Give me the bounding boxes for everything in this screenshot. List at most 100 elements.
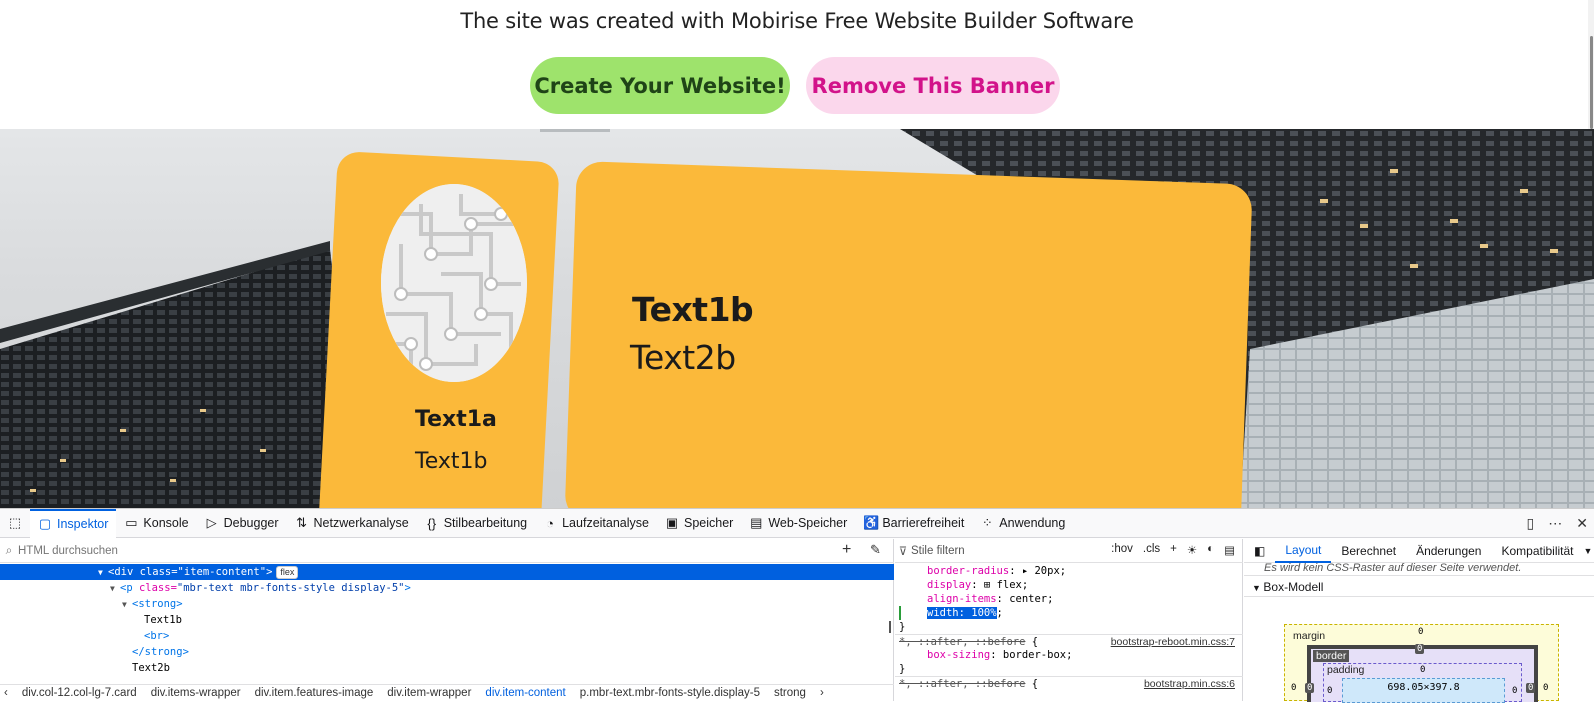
- css-declaration[interactable]: align-items: center;: [895, 592, 1243, 606]
- tab-computed[interactable]: Berechnet: [1331, 539, 1406, 563]
- tree-node-strong-close[interactable]: </strong>: [0, 644, 894, 660]
- tab-console[interactable]: ▭ Konsole: [116, 509, 196, 538]
- css-property[interactable]: align-items: [927, 593, 997, 605]
- padding-right-value[interactable]: 0: [1512, 686, 1517, 696]
- css-value[interactable]: center: [1009, 593, 1047, 605]
- tab-changes[interactable]: Änderungen: [1406, 539, 1491, 563]
- rule-source-link[interactable]: bootstrap.min.css:6: [1144, 677, 1235, 691]
- tree-node-br[interactable]: <br>: [0, 628, 894, 644]
- tab-label: Netzwerkanalyse: [313, 516, 409, 530]
- dark-theme-icon[interactable]: ◐: [1207, 543, 1214, 557]
- tab-memory[interactable]: ▣ Speicher: [657, 509, 741, 538]
- print-media-icon[interactable]: ▤: [1224, 543, 1235, 557]
- margin-top-value[interactable]: 0: [1418, 627, 1423, 637]
- css-selector[interactable]: *, ::after, ::before {bootstrap-reboot.m…: [895, 634, 1243, 648]
- tree-node-item-content[interactable]: ▼ <div class="item-content"> flex: [0, 564, 894, 580]
- classes-toggle[interactable]: .cls: [1143, 543, 1160, 557]
- css-declaration[interactable]: display: ⊞ flex;: [895, 578, 1243, 592]
- tab-label: Anwendung: [999, 516, 1066, 530]
- margin-right-value[interactable]: 0: [1543, 683, 1548, 693]
- breadcrumb-item[interactable]: strong: [774, 687, 806, 699]
- breadcrumb-item[interactable]: div.col-12.col-lg-7.card: [22, 687, 137, 699]
- node-attr: class=: [139, 566, 178, 578]
- tab-style-editor[interactable]: {} Stilbearbeitung: [417, 509, 535, 538]
- css-property[interactable]: box-sizing: [927, 649, 990, 661]
- light-theme-icon[interactable]: ☀: [1187, 543, 1197, 557]
- breadcrumb-scroll-right-icon[interactable]: ›: [820, 687, 824, 699]
- breadcrumb-item[interactable]: div.item-wrapper: [387, 687, 471, 699]
- expand-arrow-icon[interactable]: ▼: [98, 565, 108, 581]
- node-tag-end: >: [404, 582, 411, 594]
- hover-states-toggle[interactable]: :hov: [1111, 543, 1133, 557]
- card-b-title: Text1b: [632, 290, 754, 329]
- css-value[interactable]: border-box: [1003, 649, 1066, 661]
- css-property[interactable]: border-radius: [927, 565, 1009, 577]
- tab-accessibility[interactable]: ♿ Barrierefreiheit: [855, 509, 972, 538]
- page-scrollbar-thumb[interactable]: [1590, 36, 1593, 129]
- content-box[interactable]: 698.05×397.8: [1342, 678, 1505, 703]
- breadcrumb-item[interactable]: div.items-wrapper: [151, 687, 241, 699]
- tab-label: Konsole: [143, 516, 189, 530]
- breadcrumb-item[interactable]: p.mbr-text.mbr-fonts-style.display-5: [580, 687, 760, 699]
- css-property[interactable]: display: [927, 579, 971, 591]
- chevron-down-icon[interactable]: ▼: [1584, 546, 1593, 556]
- tree-node-p[interactable]: ▼ <p class="mbr-text mbr-fonts-style disp…: [0, 580, 894, 596]
- rule-source-link[interactable]: bootstrap-reboot.min.css:7: [1111, 635, 1235, 649]
- changed-marker: [899, 606, 901, 620]
- tree-node-text[interactable]: Text1b: [0, 612, 894, 628]
- element-picker-icon: ⬚: [8, 515, 22, 530]
- tab-layout[interactable]: Layout: [1275, 539, 1332, 563]
- margin-left-value[interactable]: 0: [1291, 683, 1296, 693]
- breadcrumb-scroll-left-icon[interactable]: ‹: [4, 687, 8, 699]
- more-options-icon[interactable]: ⋯: [1548, 515, 1562, 532]
- section-title: Box-Modell: [1263, 580, 1324, 594]
- tab-application[interactable]: ⁘ Anwendung: [972, 509, 1073, 538]
- box-model-header[interactable]: ▼ Box-Modell: [1244, 575, 1594, 597]
- css-selector[interactable]: *, ::after, ::before {bootstrap.min.css:…: [895, 676, 1243, 690]
- close-icon[interactable]: ✕: [1576, 515, 1588, 532]
- border-left-value[interactable]: 0: [1305, 683, 1315, 693]
- style-filter-input[interactable]: Stile filtern: [911, 545, 965, 557]
- breadcrumb-item[interactable]: div.item.features-image: [255, 687, 374, 699]
- hero-section: Text1a Text1b Text1b Text2b: [0, 129, 1594, 508]
- eyedropper-icon[interactable]: ✎: [870, 542, 881, 558]
- padding-left-value[interactable]: 0: [1327, 686, 1332, 696]
- create-website-button[interactable]: Create Your Website!: [530, 57, 790, 114]
- rule-close: }: [899, 663, 906, 675]
- breadcrumb-item-current[interactable]: div.item-content: [485, 687, 565, 699]
- tab-network[interactable]: ⇅ Netzwerkanalyse: [287, 509, 417, 538]
- flex-badge[interactable]: flex: [276, 566, 299, 579]
- css-declaration[interactable]: border-radius: ▸ 20px;: [895, 564, 1243, 578]
- padding-top-value[interactable]: 0: [1420, 665, 1425, 675]
- border-right-value[interactable]: 0: [1526, 683, 1536, 693]
- expand-arrow-icon[interactable]: ▼: [110, 581, 120, 597]
- tree-node-text[interactable]: Text2b: [0, 660, 894, 676]
- css-declaration-selected[interactable]: width: 100%;: [895, 606, 1243, 620]
- border-top-value[interactable]: 0: [1415, 644, 1425, 654]
- node-tag: <p: [120, 582, 139, 594]
- tab-storage[interactable]: ▤ Web-Speicher: [741, 509, 855, 538]
- css-declaration[interactable]: box-sizing: border-box;: [895, 648, 1243, 662]
- tab-performance[interactable]: ◔ Laufzeitanalyse: [535, 509, 657, 538]
- css-value[interactable]: flex: [997, 579, 1022, 591]
- circuit-illustration-icon: [381, 184, 527, 382]
- dock-icon[interactable]: ▯: [1527, 515, 1535, 532]
- css-value[interactable]: 20px: [1034, 565, 1059, 577]
- toggle-sidebar-icon[interactable]: ◧: [1244, 539, 1275, 563]
- add-node-icon[interactable]: +: [842, 541, 851, 559]
- tab-debugger[interactable]: ▷ Debugger: [197, 509, 287, 538]
- element-picker-button[interactable]: ⬚: [0, 509, 30, 538]
- html-search-input[interactable]: [18, 544, 818, 557]
- tab-compatibility[interactable]: Kompatibilität: [1491, 539, 1583, 563]
- add-rule-icon[interactable]: +: [1170, 543, 1177, 557]
- css-selected-text[interactable]: width: 100%: [927, 607, 997, 619]
- tree-scrollbar[interactable]: [889, 621, 891, 633]
- remove-banner-button[interactable]: Remove This Banner: [806, 57, 1060, 114]
- devtools-window-controls: ▯ ⋯ ✕: [1527, 509, 1588, 538]
- box-model-diagram: margin 0 0 0 border 0 0 0 padding 0 0 0 …: [1284, 624, 1559, 703]
- node-tag: <br>: [144, 630, 170, 642]
- tree-node-strong[interactable]: ▼ <strong>: [0, 596, 894, 612]
- dom-tree: ▼ <div class="item-content"> flex ▼ <p clas…: [0, 564, 894, 680]
- expand-arrow-icon[interactable]: ▼: [122, 597, 132, 613]
- tab-inspector[interactable]: ▢ Inspektor: [30, 508, 117, 538]
